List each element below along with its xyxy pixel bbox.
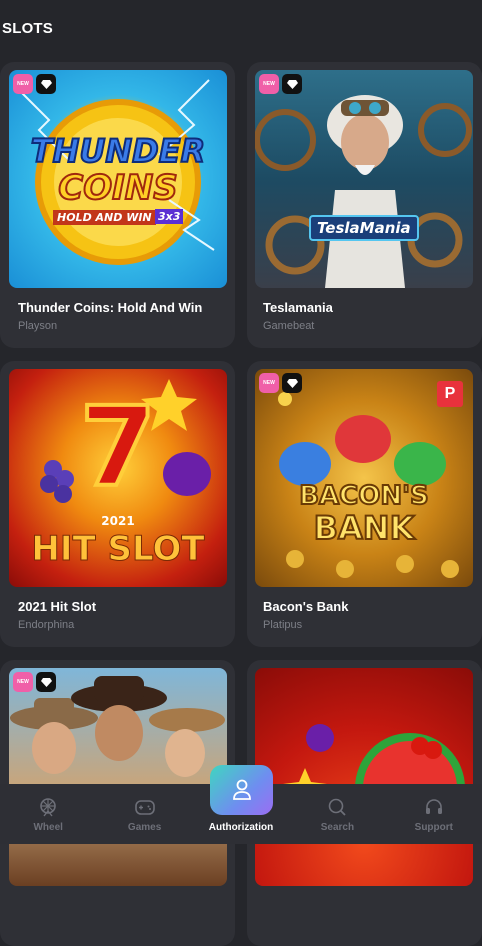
game-provider: Endorphina	[18, 619, 75, 631]
art-tag: 3x3	[155, 209, 184, 224]
game-title[interactable]: 2021 Hit Slot	[18, 599, 96, 614]
game-thumbnail[interactable]	[9, 668, 227, 886]
section-title: SLOTS	[2, 20, 54, 37]
game-title[interactable]: Bacon's Bank	[263, 599, 348, 614]
badges: NEW	[259, 74, 302, 94]
game-provider: Playson	[18, 320, 58, 332]
nav-label: Wheel	[33, 822, 63, 833]
gamepad-icon	[134, 800, 155, 815]
art-title-line2: COINS	[57, 167, 178, 209]
nav-label: Search	[320, 822, 355, 833]
new-badge: NEW	[259, 373, 279, 393]
new-badge: NEW	[13, 74, 33, 94]
art-seven: 7	[78, 383, 159, 511]
game-thumbnail[interactable]: THUNDER COINS HOLD AND WIN 3x3	[9, 70, 227, 288]
nav-support[interactable]: Support	[386, 784, 482, 844]
diamond-icon	[282, 373, 302, 393]
wheel-icon	[40, 798, 57, 817]
scientist-art	[255, 95, 472, 288]
game-thumbnail[interactable]: 7 2021 HIT SLOT	[9, 369, 227, 587]
nav-search[interactable]: Search	[289, 784, 385, 844]
cowboys-art	[10, 676, 225, 777]
game-card-teslamania[interactable]: TeslaMania NEW Teslamania Gamebeat	[247, 62, 482, 348]
fruit-art	[283, 724, 465, 810]
game-thumbnail[interactable]: TeslaMania	[255, 70, 473, 288]
headset-icon	[425, 799, 442, 814]
art-title-line2: BANK	[313, 508, 416, 548]
art-year: 2021	[101, 514, 135, 528]
game-card-2021-hit-slot[interactable]: 7 2021 HIT SLOT 2021 Hit Slot Endorphina	[0, 361, 235, 647]
game-thumbnail[interactable]	[255, 668, 473, 886]
user-icon	[232, 779, 251, 800]
art-title-line1: BACON'S	[298, 480, 430, 512]
nav-label: Games	[127, 822, 162, 833]
badges: NEW	[13, 672, 56, 692]
diamond-icon	[36, 672, 56, 692]
provider-p-badge: P	[437, 381, 463, 407]
art-logo: TeslaMania	[309, 215, 419, 241]
game-card-bacons-bank[interactable]: BACON'S BANK P NEW Bacon's Bank Platipus	[247, 361, 482, 647]
game-title[interactable]: Thunder Coins: Hold And Win	[18, 300, 202, 315]
art-title-line1: THUNDER	[30, 131, 206, 171]
authorization-button[interactable]	[210, 765, 273, 815]
art-title: HIT SLOT	[31, 529, 205, 570]
game-title[interactable]: Teslamania	[263, 300, 333, 315]
diamond-icon	[282, 74, 302, 94]
nav-wheel[interactable]: Wheel	[0, 784, 96, 844]
badges: NEW	[13, 74, 56, 94]
art-subtitle: HOLD AND WIN	[53, 210, 156, 225]
diamond-icon	[36, 74, 56, 94]
search-icon	[329, 798, 347, 816]
nav-label: Authorization	[208, 822, 274, 833]
badges: NEW	[259, 373, 302, 393]
game-card-thunder-coins[interactable]: THUNDER COINS HOLD AND WIN 3x3 NEW Thund…	[0, 62, 235, 348]
new-badge: NEW	[259, 74, 279, 94]
nav-label: Support	[414, 822, 453, 833]
new-badge: NEW	[13, 672, 33, 692]
game-provider: Platipus	[263, 619, 303, 631]
game-provider: Gamebeat	[263, 320, 315, 332]
nav-games[interactable]: Games	[96, 784, 192, 844]
